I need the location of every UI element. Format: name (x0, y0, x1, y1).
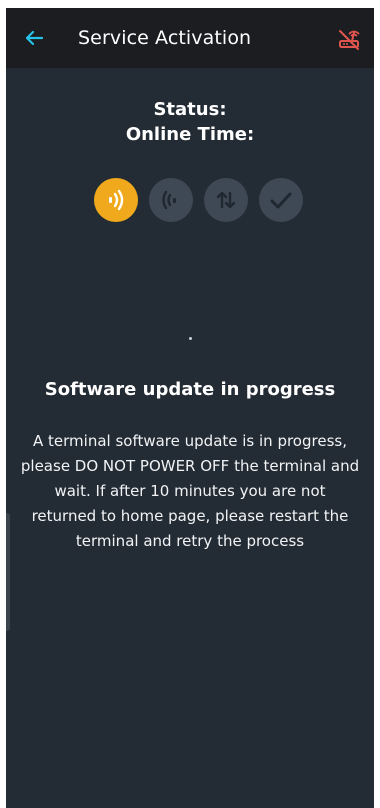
router-status-button[interactable] (338, 28, 360, 50)
router-offline-icon (339, 30, 360, 50)
step-receive (149, 178, 193, 222)
arrow-left-icon (25, 30, 44, 46)
status-label: Status: (153, 99, 227, 120)
loading-dot (189, 337, 192, 340)
step-complete (259, 178, 303, 222)
activation-steps (94, 178, 304, 224)
step-signal (94, 178, 138, 222)
online-time-label: Online Time: (125, 124, 255, 145)
side-handle[interactable] (6, 513, 10, 631)
signal-waves-icon (109, 189, 124, 211)
update-heading: Software update in progress (44, 379, 336, 400)
data-transfer-icon (216, 191, 236, 209)
step-transfer (204, 178, 248, 222)
checkmark-icon (270, 192, 292, 209)
page-title: Service Activation (78, 27, 252, 49)
app-bar: Service Activation (6, 8, 374, 68)
back-button[interactable] (22, 26, 46, 50)
receiving-waves-icon (162, 190, 176, 210)
app-screen: Service Activation Status: Online Time: (6, 8, 374, 808)
connection-status: Status: Online Time: (6, 97, 374, 147)
update-message: A terminal software update is in progres… (20, 432, 360, 550)
